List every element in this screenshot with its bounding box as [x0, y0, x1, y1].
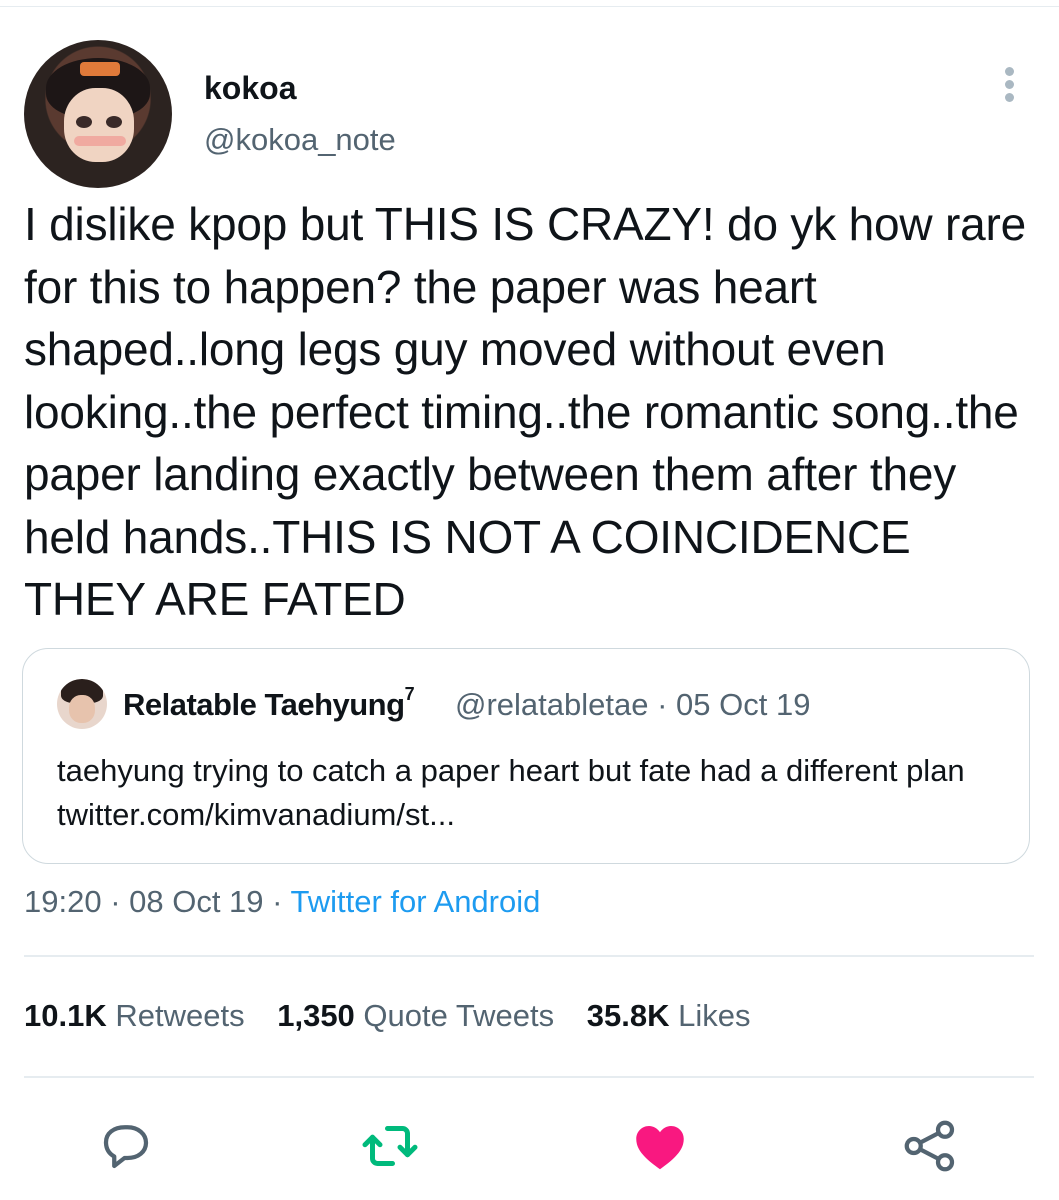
heart-icon	[636, 1126, 684, 1170]
quote-handle-date: @relatabletae · 05 Oct 19	[455, 687, 811, 722]
quote-tweets-stat[interactable]: 1,350 Quote Tweets	[277, 998, 554, 1033]
reply-button[interactable]	[96, 1116, 156, 1176]
avatar-hair-accessory	[80, 62, 120, 76]
engagement-stats: 10.1K Retweets 1,350 Quote Tweets 35.8K …	[24, 998, 775, 1034]
retweets-count: 10.1K	[24, 998, 107, 1033]
likes-label: Likes	[678, 998, 751, 1033]
reply-icon	[103, 1125, 149, 1169]
more-dot	[1005, 67, 1014, 76]
quote-tweets-label: Quote Tweets	[363, 998, 555, 1033]
like-button[interactable]	[630, 1116, 690, 1176]
retweet-button[interactable]	[360, 1116, 420, 1176]
stats-divider-top	[24, 955, 1034, 957]
retweets-label: Retweets	[115, 998, 245, 1033]
quote-author-name[interactable]: Relatable Taehyung7	[123, 683, 415, 723]
stats-divider-bottom	[24, 1076, 1034, 1078]
more-dot	[1005, 93, 1014, 102]
author-display-name[interactable]: kokoa	[204, 70, 296, 107]
avatar-eye	[76, 116, 92, 128]
avatar-eye	[106, 116, 122, 128]
share-icon	[904, 1120, 955, 1172]
quote-text: taehyung trying to catch a paper heart b…	[57, 753, 965, 832]
more-icon[interactable]	[990, 64, 1030, 104]
retweets-stat[interactable]: 10.1K Retweets	[24, 998, 245, 1033]
likes-count: 35.8K	[586, 998, 670, 1033]
quote-author-avatar[interactable]	[57, 679, 107, 729]
quote-avatar-face	[69, 695, 95, 723]
share-button[interactable]	[900, 1116, 960, 1176]
likes-stat[interactable]: 35.8K Likes	[587, 998, 751, 1033]
tweet-meta: 19:20 · 08 Oct 19 · Twitter for Android	[24, 884, 540, 920]
author-avatar[interactable]	[24, 40, 172, 188]
avatar-blush	[74, 136, 126, 146]
quote-author-name-text: Relatable Taehyung	[123, 687, 405, 722]
avatar-face	[64, 88, 134, 162]
quote-tweets-count: 1,350	[277, 998, 355, 1033]
top-divider	[0, 6, 1059, 7]
tweet-timestamp[interactable]: 19:20 · 08 Oct 19 ·	[24, 884, 291, 919]
tweet-text: I dislike kpop but THIS IS CRAZY! do yk …	[24, 198, 1026, 625]
tweet-source-link[interactable]: Twitter for Android	[291, 884, 541, 919]
retweet-icon	[362, 1126, 418, 1166]
quote-author-name-suffix: 7	[404, 683, 415, 704]
more-dot	[1005, 80, 1014, 89]
author-handle[interactable]: @kokoa_note	[204, 122, 396, 158]
quoted-tweet[interactable]: Relatable Taehyung7 @relatabletae · 05 O…	[22, 648, 1030, 864]
